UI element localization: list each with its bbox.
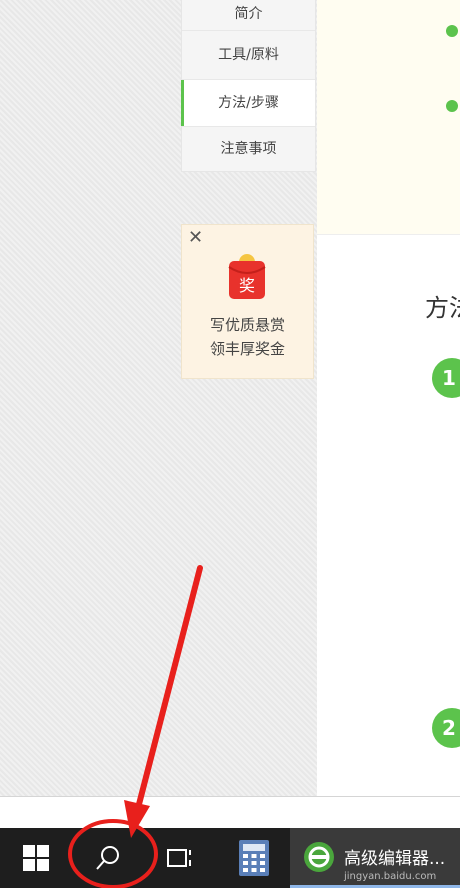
method-heading: 方法: [425, 294, 460, 322]
summary-panel: [317, 0, 460, 235]
calculator-button[interactable]: [236, 828, 272, 888]
task-view-icon: [167, 849, 191, 867]
bullet-dot: [446, 25, 458, 37]
search-icon: [96, 846, 119, 870]
nav-item-tools[interactable]: 工具/原料: [182, 31, 315, 80]
task-view-button[interactable]: [160, 828, 200, 888]
search-button[interactable]: [88, 828, 128, 888]
step-number-1: 1: [432, 358, 460, 398]
close-icon[interactable]: ✕: [188, 229, 203, 247]
bullet-dot: [446, 100, 458, 112]
windows-start-icon: [23, 845, 49, 871]
reward-badge: 奖: [239, 276, 255, 295]
article-content: 方法 1 2: [317, 0, 460, 796]
calculator-icon: [239, 840, 269, 876]
window-bottom-strip: [0, 796, 460, 829]
app-icon: [304, 841, 334, 872]
side-nav: 简介 工具/原料 方法/步骤 注意事项: [181, 0, 316, 172]
taskbar: 高级编辑器... jingyan.baidu.com: [0, 828, 460, 888]
nav-item-intro[interactable]: 简介: [182, 0, 315, 31]
start-button[interactable]: [18, 828, 54, 888]
app-label: 高级编辑器...: [344, 849, 446, 869]
promo-text-line2: 领丰厚奖金: [209, 340, 285, 358]
step-number-2: 2: [432, 708, 460, 748]
promo-text-line1: 写优质悬赏: [209, 316, 285, 334]
nav-item-notes[interactable]: 注意事项: [182, 127, 315, 171]
red-envelope-icon: 奖: [228, 254, 266, 299]
watermark: jingyan.baidu.com: [344, 871, 437, 882]
nav-item-steps[interactable]: 方法/步骤: [181, 80, 315, 127]
reward-promo[interactable]: ✕ 奖 写优质悬赏 领丰厚奖金: [181, 224, 314, 379]
